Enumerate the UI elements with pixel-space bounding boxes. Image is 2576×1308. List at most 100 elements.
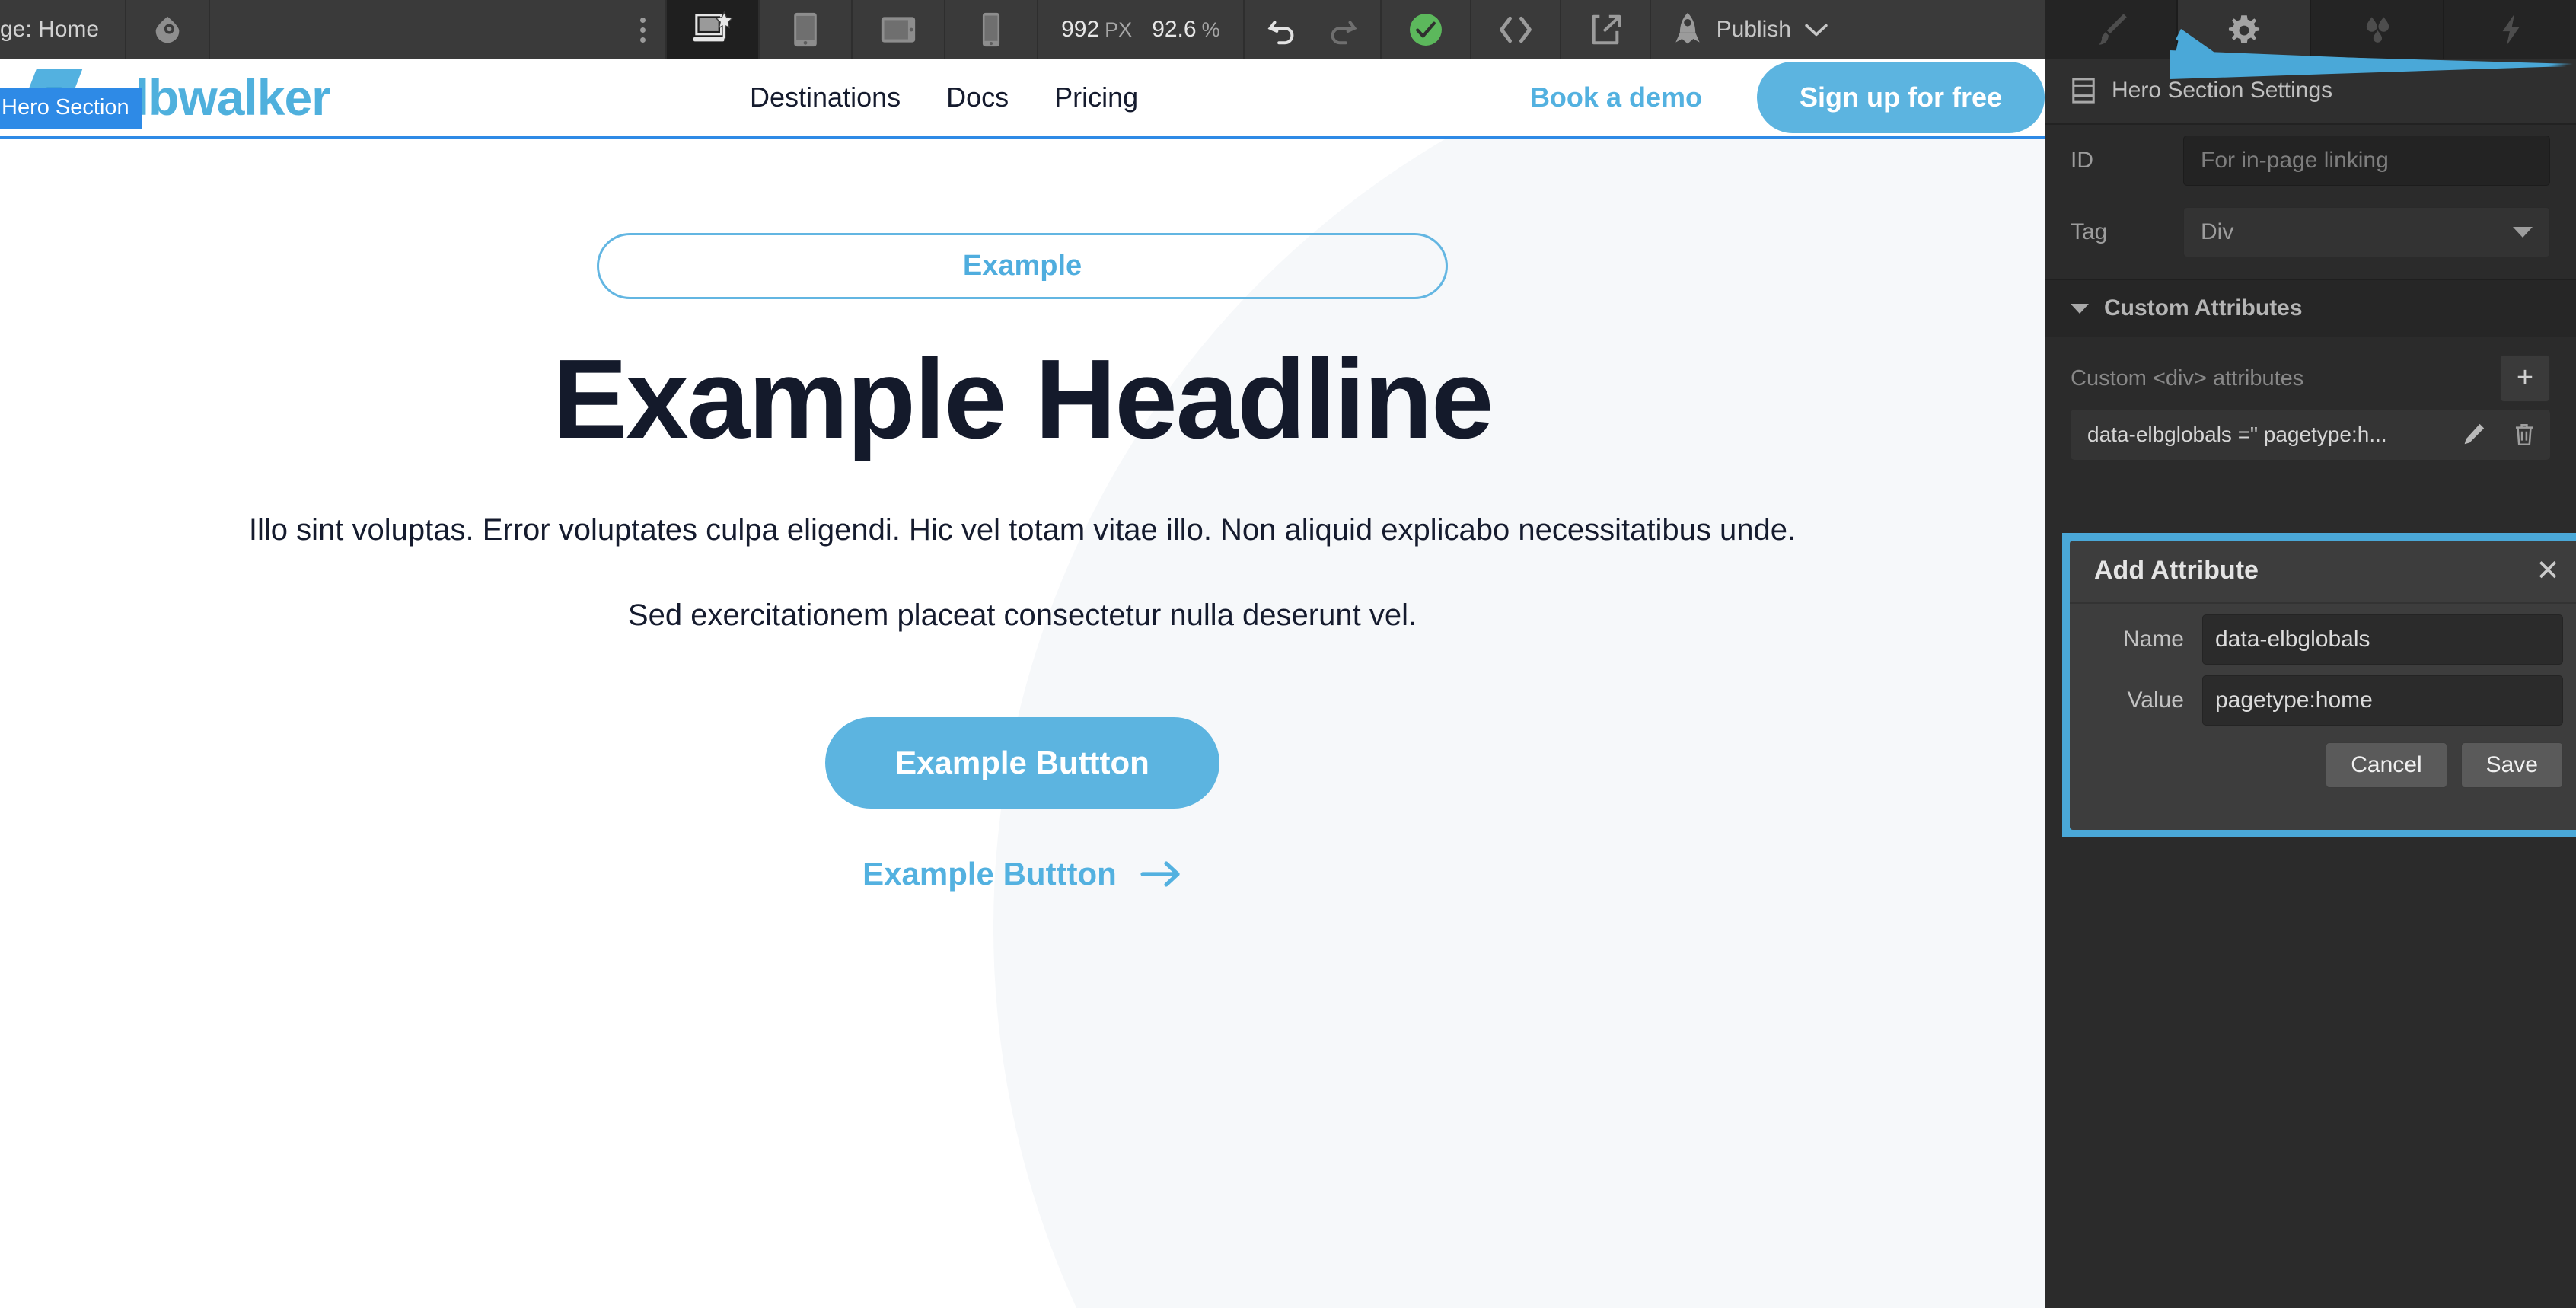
hero-cta-group: Example Buttton: [0, 644, 2045, 809]
add-attribute-dialog-body: Add Attribute ✕ Name Value Cancel Save: [2070, 541, 2576, 830]
row-element-tag: Tag Div: [2045, 196, 2576, 268]
code-view-button[interactable]: [1471, 0, 1561, 59]
id-label: ID: [2071, 148, 2093, 173]
attribute-name-row: Name: [2070, 604, 2576, 665]
chevron-down-icon: [2513, 227, 2533, 238]
publish-button[interactable]: Publish: [1651, 0, 1852, 59]
tag-select-value: Div: [2201, 219, 2234, 244]
attribute-name-label: Name: [2122, 627, 2184, 652]
toolbar-overflow-cell[interactable]: [210, 0, 668, 59]
tab-interactions[interactable]: [2444, 0, 2576, 59]
attribute-row[interactable]: data-elbglobals =" pagetype:h...: [2071, 410, 2550, 460]
custom-attributes-hint-row: Custom <div> attributes +: [2045, 337, 2576, 410]
hero-paragraph-line-1: Illo sint voluptas. Error voluptates cul…: [248, 513, 1797, 547]
more-vertical-icon[interactable]: [640, 17, 646, 43]
hero-secondary-link[interactable]: Example Buttton: [0, 856, 2045, 892]
save-status-button[interactable]: [1382, 0, 1471, 59]
paintbrush-icon: [2090, 9, 2131, 50]
close-icon[interactable]: ✕: [2531, 557, 2565, 585]
add-attribute-dialog: Add Attribute ✕ Name Value Cancel Save: [2062, 533, 2576, 837]
panel-title-text: Hero Section Settings: [2112, 78, 2333, 103]
add-attribute-dialog-header: Add Attribute ✕: [2070, 541, 2576, 604]
cancel-button[interactable]: Cancel: [2326, 742, 2447, 788]
tab-style[interactable]: [2045, 0, 2178, 59]
zoom-value: 92.6: [1152, 17, 1197, 42]
viewport-width-value: 992: [1061, 17, 1100, 42]
gear-icon: [2224, 9, 2265, 50]
viewport-zoom-display[interactable]: 992 PX 92.6%: [1038, 0, 1245, 59]
history-controls: [1245, 0, 1382, 59]
page-name-label: ge: Home: [0, 17, 100, 42]
site-logo-text: elbwalker: [108, 69, 331, 126]
zoom-unit: %: [1201, 18, 1220, 41]
device-tablet-button[interactable]: [760, 0, 853, 59]
hero-primary-button[interactable]: Example Buttton: [825, 717, 1219, 809]
mobile-icon: [981, 11, 1001, 48]
attribute-value-input[interactable]: [2202, 675, 2563, 726]
page-name-cell[interactable]: ge: Home: [0, 0, 127, 59]
undo-icon[interactable]: [1264, 12, 1299, 47]
nav-link-destinations[interactable]: Destinations: [750, 81, 901, 113]
hero-headline[interactable]: Example Headline: [0, 340, 2045, 459]
row-element-id: ID: [2045, 125, 2576, 196]
attribute-row-text: data-elbglobals =" pagetype:h...: [2087, 423, 2387, 446]
device-mobile-button[interactable]: [945, 0, 1039, 59]
attribute-name-input[interactable]: [2202, 614, 2563, 665]
hero-section[interactable]: Example Example Headline Illo sint volup…: [0, 136, 2045, 1308]
code-icon: [1497, 13, 1534, 46]
hero-section-wrapper[interactable]: Hero Section Example Example Headline Il…: [0, 88, 2045, 1308]
device-desktop-button[interactable]: [667, 0, 760, 59]
add-attribute-dialog-title: Add Attribute: [2094, 556, 2259, 585]
chevron-down-icon[interactable]: [1803, 21, 1829, 38]
lightning-bolt-icon: [2490, 9, 2531, 50]
site-nav-actions: Book a demo Sign up for free: [1530, 62, 2045, 133]
tablet-icon: [792, 11, 818, 48]
tab-effects[interactable]: [2311, 0, 2444, 59]
top-toolbar: ge: Home 992 PX 92.6 % Publish: [0, 0, 2045, 59]
attribute-value-label: Value: [2127, 687, 2184, 713]
save-button[interactable]: Save: [2460, 742, 2563, 788]
viewport-width-unit: PX: [1105, 18, 1133, 41]
pencil-icon[interactable]: [2460, 422, 2486, 448]
eye-icon: [150, 12, 185, 47]
redo-icon[interactable]: [1325, 12, 1360, 47]
tab-settings[interactable]: [2178, 0, 2311, 59]
trash-icon[interactable]: [2512, 422, 2536, 448]
hero-paragraph-line-2: Sed exercitationem placeat consectetur n…: [627, 598, 1417, 633]
hero-section-badge: Hero Section: [0, 88, 142, 129]
id-input[interactable]: [2183, 136, 2550, 186]
custom-attributes-section-header[interactable]: Custom Attributes: [2045, 279, 2576, 337]
panel-title-row: Hero Section Settings: [2045, 59, 2576, 125]
section-icon: [2071, 76, 2096, 105]
droplets-icon: [2357, 9, 2398, 50]
desktop-star-icon: [690, 11, 735, 49]
right-panel-tabs: [2045, 0, 2576, 59]
nav-link-docs[interactable]: Docs: [946, 81, 1009, 113]
export-button[interactable]: [1561, 0, 1651, 59]
app-root: ge: Home 992 PX 92.6 % Publish elbwalker…: [0, 0, 2576, 1308]
hero-content: Example Example Headline Illo sint volup…: [0, 136, 2045, 892]
preview-button[interactable]: [126, 0, 211, 59]
tag-label: Tag: [2071, 219, 2108, 244]
nav-link-pricing[interactable]: Pricing: [1054, 81, 1138, 113]
export-icon: [1588, 12, 1623, 47]
custom-attributes-section-label: Custom Attributes: [2104, 295, 2303, 321]
check-circle-icon: [1408, 11, 1444, 48]
add-attribute-button[interactable]: +: [2500, 355, 2550, 402]
arrow-right-icon: [1140, 859, 1182, 889]
hero-secondary-link-label: Example Buttton: [862, 856, 1117, 892]
book-a-demo-link[interactable]: Book a demo: [1530, 81, 1702, 113]
sign-up-button[interactable]: Sign up for free: [1756, 62, 2045, 133]
hero-eyebrow-pill[interactable]: Example: [597, 233, 1448, 299]
tablet-landscape-icon: [880, 15, 917, 44]
attribute-value-row: Value: [2070, 665, 2576, 726]
website-canvas[interactable]: elbwalker Destinations Docs Pricing Book…: [0, 59, 2045, 1308]
site-navbar[interactable]: elbwalker Destinations Docs Pricing Book…: [0, 59, 2045, 136]
hero-paragraph[interactable]: Illo sint voluptas. Error voluptates cul…: [231, 458, 1814, 644]
add-attribute-dialog-actions: Cancel Save: [2070, 726, 2576, 788]
device-tablet-landscape-button[interactable]: [853, 0, 946, 59]
publish-label: Publish: [1716, 17, 1791, 42]
site-nav-links: Destinations Docs Pricing: [750, 81, 1138, 113]
tag-select[interactable]: Div: [2183, 207, 2550, 257]
custom-attributes-hint: Custom <div> attributes: [2071, 365, 2304, 391]
